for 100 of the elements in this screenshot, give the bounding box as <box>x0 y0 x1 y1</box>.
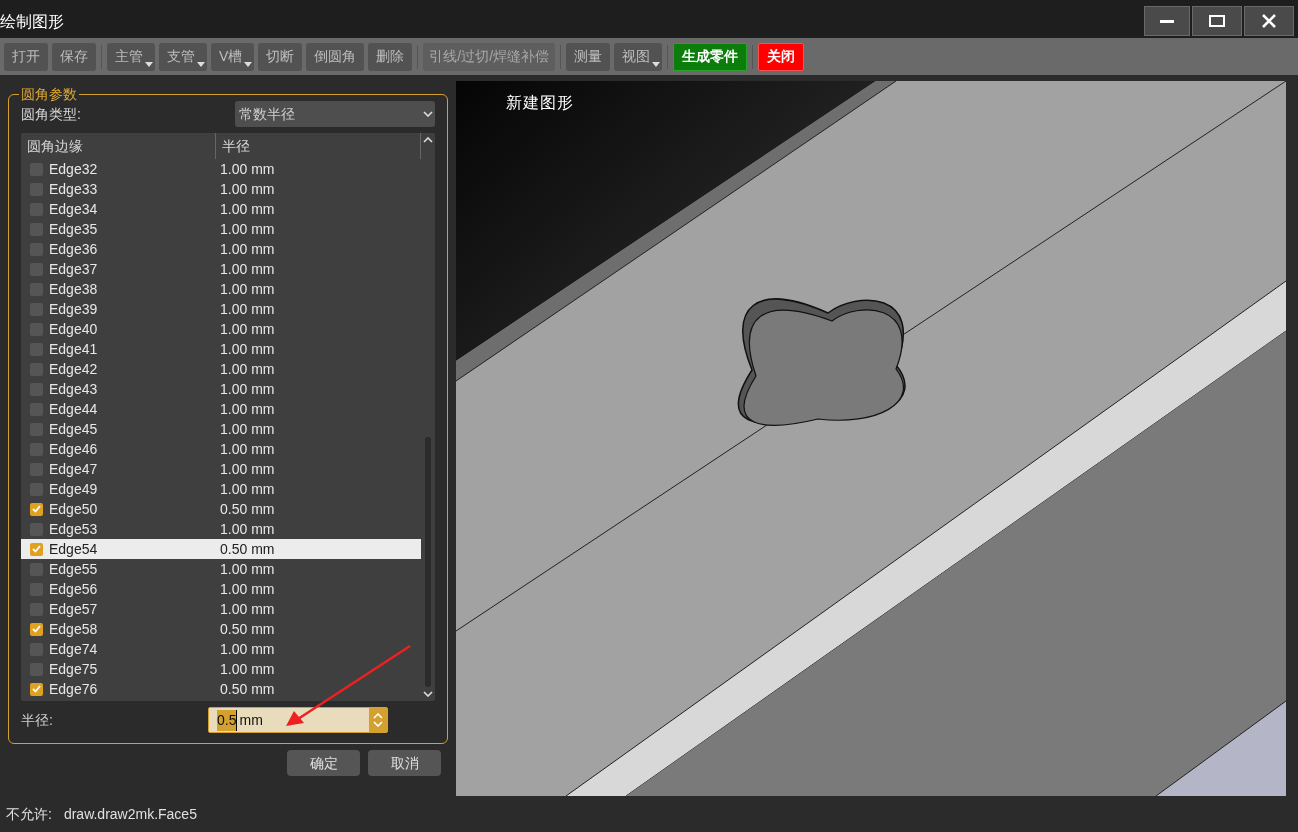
radius-value: 1.00 mm <box>219 579 275 599</box>
window-title: 绘制图形 <box>0 12 65 32</box>
radius-value: 1.00 mm <box>219 359 275 379</box>
radius-value: 0.50 mm <box>219 619 275 639</box>
toolbar-button[interactable]: 切断 <box>258 42 303 71</box>
edge-row[interactable]: Edge58 0.50 mm <box>21 619 421 639</box>
close-window-button[interactable] <box>1244 6 1294 36</box>
toolbar-button[interactable]: 倒圆角 <box>306 42 365 71</box>
edge-row[interactable]: Edge56 1.00 mm <box>21 579 421 599</box>
toolbar-dropdown-button[interactable]: 主管 <box>107 42 155 71</box>
close-icon <box>1262 14 1276 28</box>
checkbox[interactable] <box>30 502 43 516</box>
edge-row[interactable]: Edge44 1.00 mm <box>21 399 421 419</box>
radius-value: 1.00 mm <box>219 519 275 539</box>
edge-row[interactable]: Edge42 1.00 mm <box>21 359 421 379</box>
toolbar-dropdown-button[interactable]: V槽 <box>211 42 255 71</box>
chevron-down-icon <box>423 691 433 697</box>
edge-row[interactable]: Edge75 1.00 mm <box>21 659 421 679</box>
edge-row[interactable]: Edge46 1.00 mm <box>21 439 421 459</box>
group-title: 圆角参数 <box>20 87 78 101</box>
radius-value: 1.00 mm <box>219 439 275 459</box>
edge-name: Edge44 <box>49 399 98 419</box>
chevron-up-icon <box>373 713 383 719</box>
radius-label: 半径: <box>21 710 54 730</box>
chevron-down-icon <box>423 111 433 117</box>
dialog-button[interactable]: 确定 <box>287 750 360 776</box>
edge-row[interactable]: Edge57 1.00 mm <box>21 599 421 619</box>
radius-value: 1.00 mm <box>219 419 275 439</box>
radius-value: 1.00 mm <box>219 299 275 319</box>
edge-name: Edge54 <box>49 539 98 559</box>
edge-name: Edge38 <box>49 279 98 299</box>
spin-buttons[interactable] <box>369 708 387 732</box>
edge-name: Edge45 <box>49 419 98 439</box>
toolbar-button[interactable]: 打开 <box>4 42 48 71</box>
edge-name: Edge56 <box>49 579 98 599</box>
edge-name: Edge40 <box>49 319 98 339</box>
close-button[interactable]: 关闭 <box>758 42 805 71</box>
edge-name: Edge36 <box>49 239 98 259</box>
checkbox[interactable] <box>30 622 43 636</box>
edge-row[interactable]: Edge33 1.00 mm <box>21 179 421 199</box>
caret-icon <box>145 61 153 67</box>
edge-name: Edge33 <box>49 179 98 199</box>
edge-row[interactable]: Edge38 1.00 mm <box>21 279 421 299</box>
edge-row[interactable]: Edge40 1.00 mm <box>21 319 421 339</box>
chevron-down-icon <box>373 721 383 727</box>
edge-row[interactable]: Edge36 1.00 mm <box>21 239 421 259</box>
edge-row[interactable]: Edge49 1.00 mm <box>21 479 421 499</box>
toolbar-dropdown-button[interactable]: 视图 <box>614 42 663 71</box>
edge-row[interactable]: Edge54 0.50 mm <box>21 539 421 559</box>
radius-value: 1.00 mm <box>219 459 275 479</box>
edge-row[interactable]: Edge53 1.00 mm <box>21 519 421 539</box>
edge-row[interactable]: Edge32 1.00 mm <box>21 159 421 179</box>
fillet-type-label: 圆角类型: <box>21 104 81 124</box>
radius-value: 1.00 mm <box>219 599 275 619</box>
toolbar-button[interactable]: 删除 <box>368 42 413 71</box>
edge-name: Edge37 <box>49 259 98 279</box>
edge-row[interactable]: Edge35 1.00 mm <box>21 219 421 239</box>
radius-value: 1.00 mm <box>219 339 275 359</box>
maximize-icon <box>1209 15 1225 27</box>
dialog-button[interactable]: 取消 <box>368 750 441 776</box>
edge-row[interactable]: Edge76 0.50 mm <box>21 679 421 699</box>
maximize-button[interactable] <box>1192 6 1242 36</box>
edge-row[interactable]: Edge39 1.00 mm <box>21 299 421 319</box>
edge-name: Edge76 <box>49 679 98 699</box>
radius-value: 1.00 mm <box>219 179 275 199</box>
edge-row[interactable]: Edge41 1.00 mm <box>21 339 421 359</box>
fillet-type-dropdown[interactable]: 常数半径 <box>235 101 435 127</box>
caret-icon <box>652 61 661 67</box>
radius-value: 1.00 mm <box>219 239 275 259</box>
edge-row[interactable]: Edge74 1.00 mm <box>21 639 421 659</box>
edge-name: Edge41 <box>49 339 98 359</box>
radius-value: 1.00 mm <box>219 319 275 339</box>
status-label: 不允许: <box>6 804 52 824</box>
edge-row[interactable]: Edge55 1.00 mm <box>21 559 421 579</box>
viewport-title: 新建图形 <box>506 93 574 113</box>
radius-spin-field[interactable]: 0.5 mm <box>208 707 388 733</box>
edge-name: Edge42 <box>49 359 98 379</box>
edge-row[interactable]: Edge43 1.00 mm <box>21 379 421 399</box>
edge-row[interactable]: Edge45 1.00 mm <box>21 419 421 439</box>
toolbar-button[interactable]: 保存 <box>52 42 96 71</box>
caret-icon <box>244 61 253 67</box>
checkbox[interactable] <box>30 542 43 556</box>
edge-row[interactable]: Edge37 1.00 mm <box>21 259 421 279</box>
toolbar-button[interactable]: 测量 <box>566 42 611 71</box>
edge-row[interactable]: Edge34 1.00 mm <box>21 199 421 219</box>
edge-name: Edge55 <box>49 559 98 579</box>
checkmark-icon <box>32 685 41 693</box>
3d-viewport[interactable]: 新建图形 <box>456 81 1286 796</box>
edge-name: Edge75 <box>49 659 98 679</box>
edge-name: Edge34 <box>49 199 98 219</box>
edge-row[interactable]: Edge47 1.00 mm <box>21 459 421 479</box>
radius-value: 1.00 mm <box>219 399 275 419</box>
edge-row[interactable]: Edge50 0.50 mm <box>21 499 421 519</box>
minimize-button[interactable] <box>1144 6 1190 36</box>
column-header[interactable]: 半径 <box>216 133 421 159</box>
generate-part-button[interactable]: 生成零件 <box>673 42 748 71</box>
toolbar-dropdown-button[interactable]: 支管 <box>159 42 207 71</box>
column-header[interactable]: 圆角边缘 <box>21 133 216 159</box>
checkbox[interactable] <box>30 682 43 696</box>
radius-value: 0.50 mm <box>219 499 275 519</box>
